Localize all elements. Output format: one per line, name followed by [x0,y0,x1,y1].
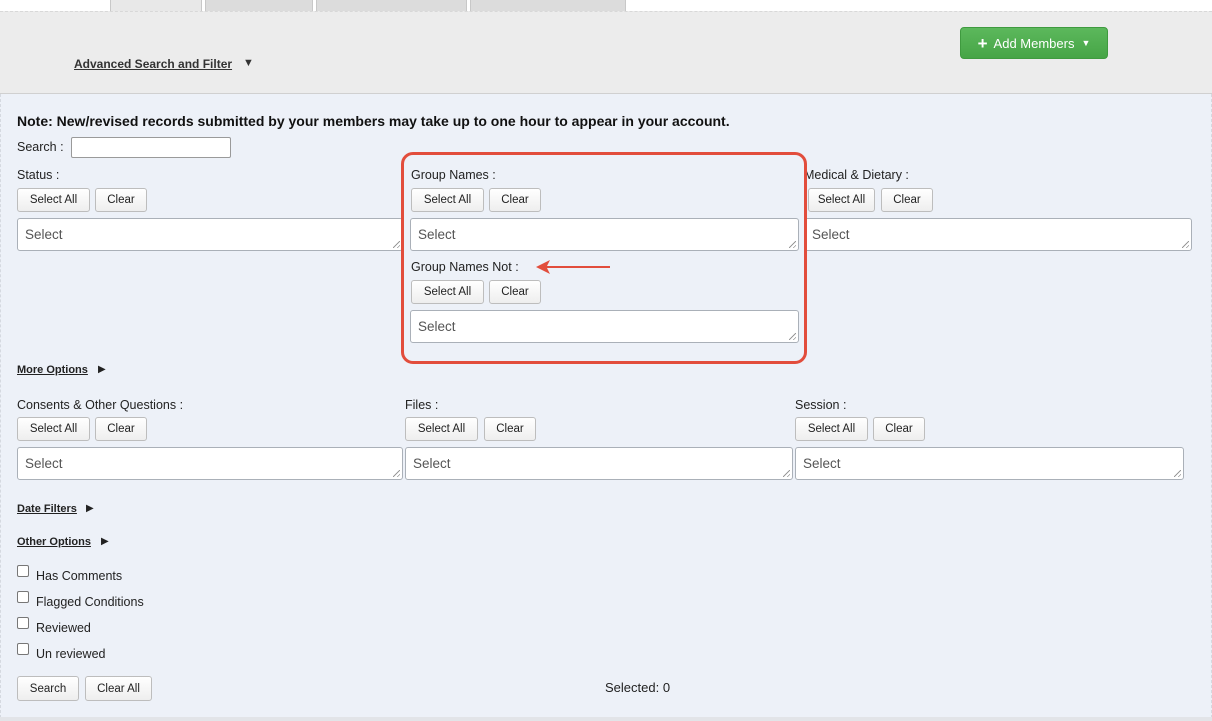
chevron-right-icon[interactable]: ▶ [98,364,106,375]
add-members-label: Add Members [993,35,1075,51]
search-label: Search : [17,140,64,154]
other-options-toggle[interactable]: Other Options [17,536,91,548]
flagged-conditions-checkbox[interactable] [17,591,29,603]
more-options-toggle[interactable]: More Options [17,364,88,376]
group-names-select[interactable]: Select [410,218,799,251]
files-label: Files : [405,398,439,412]
un-reviewed-label[interactable]: Un reviewed [36,647,105,661]
has-comments-label[interactable]: Has Comments [36,569,122,583]
group-names-select-all-button[interactable]: Select All [411,188,484,212]
un-reviewed-checkbox[interactable] [17,643,29,655]
consents-select-all-button[interactable]: Select All [17,417,90,441]
chevron-right-icon[interactable]: ▶ [101,536,109,547]
group-names-not-select[interactable]: Select [410,310,799,343]
consents-clear-button[interactable]: Clear [95,417,147,441]
annotation-arrow-icon [536,260,610,274]
chevron-down-icon[interactable]: ▼ [243,57,254,69]
medical-dietary-label: Medical & Dietary : [804,168,909,182]
search-button[interactable]: Search [17,676,79,701]
group-names-select-placeholder: Select [418,227,456,242]
resize-grip-icon[interactable] [393,241,400,248]
resize-grip-icon[interactable] [789,241,796,248]
bottom-divider [0,717,1212,721]
has-comments-checkbox[interactable] [17,565,29,577]
files-select-placeholder: Select [413,456,451,471]
status-select-all-button[interactable]: Select All [17,188,90,212]
add-members-button[interactable]: + Add Members ▼ [960,27,1108,59]
flagged-conditions-label[interactable]: Flagged Conditions [36,595,144,609]
consents-select[interactable]: Select [17,447,403,480]
resize-grip-icon[interactable] [393,470,400,477]
medical-select-all-button[interactable]: Select All [808,188,875,212]
medical-select-placeholder: Select [812,227,850,242]
selected-count: Selected: 0 [605,680,671,695]
group-names-not-select-placeholder: Select [418,319,456,334]
consents-label: Consents & Other Questions : [17,398,184,412]
files-select[interactable]: Select [405,447,793,480]
reviewed-label[interactable]: Reviewed [36,621,91,635]
resize-grip-icon[interactable] [789,333,796,340]
clear-all-button[interactable]: Clear All [85,676,152,701]
session-clear-button[interactable]: Clear [873,417,925,441]
group-names-clear-button[interactable]: Clear [489,188,541,212]
search-input[interactable] [71,137,231,158]
medical-select[interactable]: Select [804,218,1192,251]
files-clear-button[interactable]: Clear [484,417,536,441]
plus-icon: + [977,33,988,53]
chevron-right-icon[interactable]: ▶ [86,503,94,514]
caret-down-icon: ▼ [1081,38,1091,48]
session-select-placeholder: Select [803,456,841,471]
advanced-search-toggle[interactable]: Advanced Search and Filter [74,57,232,71]
status-select[interactable]: Select [17,218,403,251]
date-filters-toggle[interactable]: Date Filters [17,503,77,515]
status-clear-button[interactable]: Clear [95,188,147,212]
session-label: Session : [795,398,847,412]
group-names-not-select-all-button[interactable]: Select All [411,280,484,304]
session-select[interactable]: Select [795,447,1184,480]
group-names-not-label: Group Names Not : [411,260,519,274]
medical-clear-button[interactable]: Clear [881,188,933,212]
resize-grip-icon[interactable] [1174,470,1181,477]
status-select-placeholder: Select [25,227,63,242]
group-names-not-clear-button[interactable]: Clear [489,280,541,304]
reviewed-checkbox[interactable] [17,617,29,629]
consents-select-placeholder: Select [25,456,63,471]
resize-grip-icon[interactable] [783,470,790,477]
records-note: Note: New/revised records submitted by y… [17,113,730,129]
session-select-all-button[interactable]: Select All [795,417,868,441]
resize-grip-icon[interactable] [1182,241,1189,248]
files-select-all-button[interactable]: Select All [405,417,478,441]
group-names-label: Group Names : [411,168,496,182]
status-label: Status : [17,168,60,182]
